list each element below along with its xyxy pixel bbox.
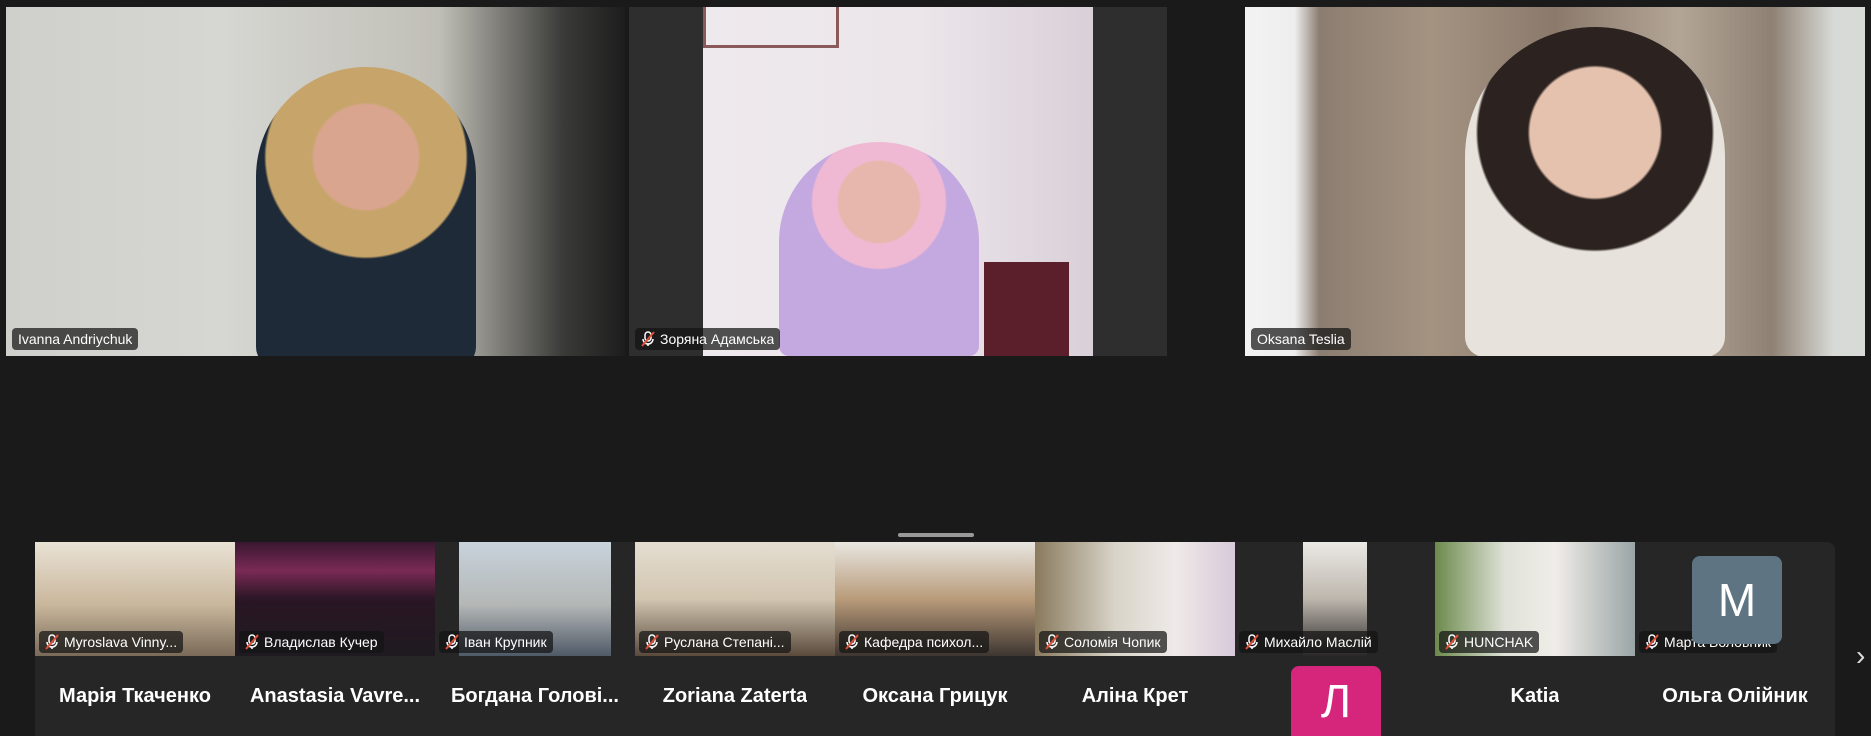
strip-tile-kafedra[interactable]: Кафедра психол... bbox=[835, 542, 1035, 656]
participant-name: Zoriana Zaterta bbox=[662, 684, 808, 707]
mic-off-icon bbox=[1445, 634, 1459, 650]
participant-name: Myroslava Vinny... bbox=[64, 634, 178, 650]
strip-tile-solomiya[interactable]: Соломія Чопик bbox=[1035, 542, 1235, 656]
picture-frame bbox=[703, 7, 839, 48]
video-tile-oksana[interactable]: Oksana Teslia bbox=[1245, 7, 1865, 356]
mic-off-icon bbox=[845, 634, 859, 650]
participant-name: Ivanna Andriychuk bbox=[18, 331, 133, 347]
participant-name: Владислав Кучер bbox=[264, 634, 378, 650]
resize-handle[interactable] bbox=[898, 533, 974, 537]
audio-tile-alina[interactable]: Аліна Крет bbox=[1035, 656, 1235, 736]
participant-name: Зоряна Адамська bbox=[660, 331, 775, 347]
participant-silhouette bbox=[256, 67, 476, 356]
strip-tile-ivan[interactable]: Іван Крупник bbox=[435, 542, 635, 656]
strip-tile-ruslana[interactable]: Руслана Степані... bbox=[635, 542, 835, 656]
video-tile-zoryana[interactable]: Зоряна Адамська bbox=[629, 7, 1167, 356]
strip-tile-hunchak[interactable]: HUNCHAK bbox=[1435, 542, 1635, 656]
audio-tile-anastasia[interactable]: Anastasia Vavre... bbox=[235, 656, 435, 736]
participant-name: Oksana Teslia bbox=[1257, 331, 1345, 347]
audio-tile-katia[interactable]: Katia bbox=[1435, 656, 1635, 736]
mic-off-icon bbox=[641, 331, 655, 347]
mic-off-icon bbox=[445, 634, 459, 650]
mic-off-icon bbox=[45, 634, 59, 650]
audio-tile-zoriana[interactable]: Zoriana Zaterta bbox=[635, 656, 835, 736]
participant-name: Anastasia Vavre... bbox=[249, 684, 421, 707]
participant-name: Ольга Олійник bbox=[1662, 684, 1808, 707]
participant-name: Іван Крупник bbox=[464, 634, 547, 650]
participant-name: Оксана Грицук bbox=[862, 684, 1008, 707]
audio-tile-oksana-hrytsuk[interactable]: Оксана Грицук bbox=[835, 656, 1035, 736]
strip-tile-myroslava[interactable]: Myroslava Vinny... bbox=[35, 542, 235, 656]
strip-tile-vladyslav[interactable]: Владислав Кучер bbox=[235, 542, 435, 656]
mic-off-icon bbox=[1245, 634, 1259, 650]
audio-tile-olha[interactable]: Ольга Олійник bbox=[1635, 656, 1835, 736]
participant-name: Katia bbox=[1510, 684, 1560, 707]
participant-name-tag: HUNCHAK bbox=[1439, 631, 1540, 653]
cabinet bbox=[984, 262, 1069, 356]
audio-tile-bohdana[interactable]: Богдана Голові... bbox=[435, 656, 635, 736]
participant-name-tag: Руслана Степані... bbox=[639, 631, 791, 653]
participant-name-tag: Oksana Teslia bbox=[1251, 328, 1351, 350]
participant-name: Аліна Крет bbox=[1081, 684, 1189, 707]
strip-tile-mykhailo[interactable]: Михайло Маслій bbox=[1235, 542, 1435, 656]
participant-name-tag: Михайло Маслій bbox=[1239, 631, 1378, 653]
participant-name-tag: Ivanna Andriychuk bbox=[12, 328, 139, 350]
participant-silhouette bbox=[1465, 27, 1725, 356]
mic-off-icon bbox=[1645, 634, 1659, 650]
participant-name-tag: Соломія Чопик bbox=[1039, 631, 1167, 653]
participant-name: Руслана Степані... bbox=[664, 634, 785, 650]
participant-name-tag: Кафедра психол... bbox=[839, 631, 990, 653]
mic-off-icon bbox=[245, 634, 259, 650]
mic-off-icon bbox=[1045, 634, 1059, 650]
participant-name: Михайло Маслій bbox=[1264, 634, 1372, 650]
avatar: M bbox=[1692, 556, 1782, 644]
participant-name-tag: Іван Крупник bbox=[439, 631, 553, 653]
participant-name-tag: Зоряна Адамська bbox=[635, 328, 781, 350]
avatar: Л bbox=[1291, 666, 1381, 736]
participant-name: Соломія Чопик bbox=[1064, 634, 1161, 650]
participant-name-tag: Myroslava Vinny... bbox=[39, 631, 184, 653]
participant-name-tag: Владислав Кучер bbox=[239, 631, 384, 653]
participant-strip: Myroslava Vinny... Марія Ткаченко Владис… bbox=[35, 542, 1835, 736]
chevron-right-icon[interactable]: › bbox=[1856, 640, 1865, 672]
participant-name: Богдана Голові... bbox=[451, 684, 619, 707]
audio-tile-mariya[interactable]: Марія Ткаченко bbox=[35, 656, 235, 736]
participant-name: Кафедра психол... bbox=[864, 634, 984, 650]
participant-name: Марія Ткаченко bbox=[59, 684, 211, 707]
mic-off-icon bbox=[645, 634, 659, 650]
participant-silhouette bbox=[779, 142, 979, 356]
video-tile-ivanna[interactable]: Ivanna Andriychuk bbox=[6, 7, 625, 356]
participant-name: HUNCHAK bbox=[1464, 634, 1534, 650]
